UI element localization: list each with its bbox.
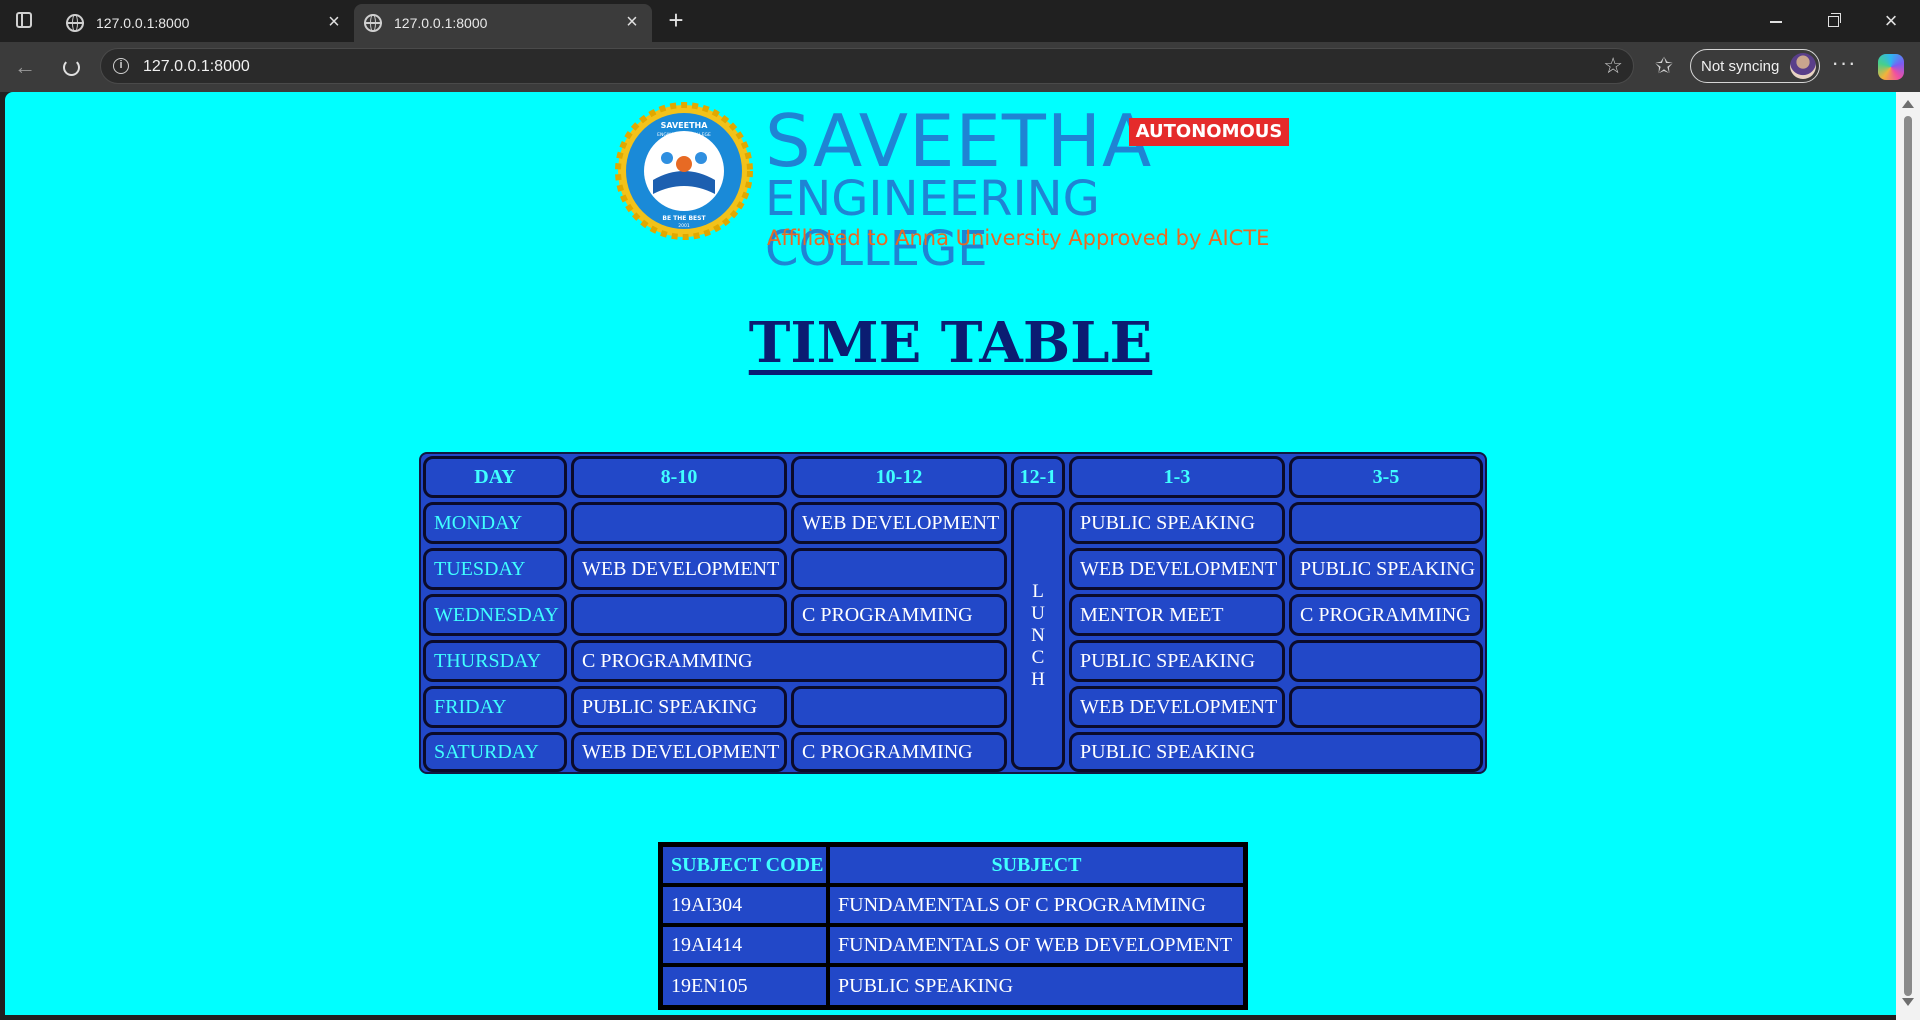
period-cell [1289,502,1483,544]
scroll-up-icon[interactable] [1902,100,1914,108]
timetable-header: 1-3 [1069,456,1285,498]
period-cell: WEB DEVELOPMENT [571,548,787,590]
maximize-icon[interactable] [1810,8,1856,34]
reload-icon[interactable] [56,52,86,82]
day-cell: FRIDAY [423,686,567,728]
page-scrollbar[interactable] [1896,92,1920,1020]
period-cell [791,686,1007,728]
subject-code-cell: 19AI304 [663,887,826,923]
period-cell: WEB DEVELOPMENT [571,732,787,772]
timetable-header: 8-10 [571,456,787,498]
lunch-cell: L U N C H [1011,502,1065,770]
day-cell: WEDNESDAY [423,594,567,636]
timetable-header: DAY [423,456,567,498]
back-icon[interactable]: ← [10,52,40,82]
day-cell: TUESDAY [423,548,567,590]
lunch-letter: L [1032,581,1044,602]
period-cell [791,548,1007,590]
college-tagline: Affiliated to Anna University Approved b… [767,226,1270,250]
subject-code-cell: 19AI414 [663,927,826,963]
lunch-letter: U [1031,603,1045,624]
profile-sync-button[interactable]: Not syncing [1690,49,1820,83]
period-cell [1289,640,1483,682]
period-cell: WEB DEVELOPMENT [791,502,1007,544]
globe-icon [66,14,84,32]
star-icon[interactable]: ☆ [1603,53,1623,79]
seal-text-mid: ENGINEERING COLLEGE [657,132,711,138]
close-icon[interactable]: × [324,12,344,32]
subject-code-cell: 19EN105 [663,967,826,1005]
period-cell: MENTOR MEET [1069,594,1285,636]
day-cell: THURSDAY [423,640,567,682]
lunch-letter: N [1031,625,1045,646]
college-seal-icon: SAVEETHA ENGINEERING COLLEGE BE THE BEST… [615,102,753,240]
college-subtitle: ENGINEERING COLLEGE [765,171,1100,277]
period-cell: PUBLIC SPEAKING [1069,732,1483,772]
favorites-icon[interactable]: ✩ [1650,52,1678,80]
avatar [1790,53,1816,79]
period-cell: C PROGRAMMING [791,594,1007,636]
close-icon[interactable]: × [622,12,642,32]
more-icon[interactable]: ··· [1830,52,1858,80]
period-cell: C PROGRAMMING [1289,594,1483,636]
window-close-icon[interactable]: × [1868,8,1914,34]
page-viewport: SAVEETHA ENGINEERING COLLEGE BE THE BEST… [5,92,1896,1015]
tab-title: 127.0.0.1:8000 [394,15,488,31]
timetable: DAY 8-10 10-12 12-1 1-3 3-5 L U N C H MO… [419,452,1487,774]
minimize-icon[interactable] [1752,8,1798,34]
period-cell [1289,686,1483,728]
subject-name-cell: FUNDAMENTALS OF WEB DEVELOPMENT [830,927,1243,963]
period-cell: PUBLIC SPEAKING [1069,502,1285,544]
globe-icon [364,14,382,32]
info-icon[interactable]: i [113,58,129,74]
new-tab-icon[interactable]: + [662,6,690,34]
tab-1[interactable]: 127.0.0.1:8000 × [56,4,354,42]
subject-table: SUBJECT CODE SUBJECT 19AI304 FUNDAMENTAL… [658,842,1248,1010]
period-cell [571,502,787,544]
subject-name-cell: FUNDAMENTALS OF C PROGRAMMING [830,887,1243,923]
period-cell: WEB DEVELOPMENT [1069,686,1285,728]
address-bar[interactable]: i 127.0.0.1:8000 ☆ [100,48,1634,84]
college-name: SAVEETHA [765,99,1153,183]
scroll-thumb[interactable] [1904,116,1912,996]
timetable-header: 10-12 [791,456,1007,498]
period-cell: PUBLIC SPEAKING [1289,548,1483,590]
seal-year: 2001 [678,223,690,229]
tab-strip: 127.0.0.1:8000 × 127.0.0.1:8000 × + × [0,0,1920,42]
day-cell: SATURDAY [423,732,567,772]
scroll-down-icon[interactable] [1902,998,1914,1006]
period-cell: C PROGRAMMING [791,732,1007,772]
lunch-letter: C [1031,647,1045,668]
lunch-letter: H [1031,669,1045,690]
autonomous-badge: AUTONOMOUS [1129,118,1289,146]
day-cell: MONDAY [423,502,567,544]
subject-header: SUBJECT [830,847,1243,883]
seal-text-top: SAVEETHA [661,121,709,130]
page-title-text: TIME TABLE [748,310,1153,376]
college-logo: SAVEETHA ENGINEERING COLLEGE BE THE BEST… [615,99,1295,274]
subject-name-cell: PUBLIC SPEAKING [830,967,1243,1005]
browser-toolbar: ← i 127.0.0.1:8000 ☆ ✩ Not syncing ··· [0,42,1920,92]
tab-2[interactable]: 127.0.0.1:8000 × [354,4,652,42]
sync-label: Not syncing [1701,58,1780,75]
tab-title: 127.0.0.1:8000 [96,15,190,31]
period-cell: PUBLIC SPEAKING [1069,640,1285,682]
copilot-icon[interactable] [1878,54,1904,80]
period-cell: C PROGRAMMING [571,640,1007,682]
tab-actions-icon[interactable] [10,8,38,32]
period-cell: PUBLIC SPEAKING [571,686,787,728]
period-cell [571,594,787,636]
subject-header: SUBJECT CODE [663,847,826,883]
seal-text-bottom: BE THE BEST [662,215,706,222]
timetable-header: 12-1 [1011,456,1065,498]
period-cell: WEB DEVELOPMENT [1069,548,1285,590]
page-title: TIME TABLE [5,310,1896,376]
url-text[interactable]: 127.0.0.1:8000 [143,58,250,76]
timetable-header: 3-5 [1289,456,1483,498]
